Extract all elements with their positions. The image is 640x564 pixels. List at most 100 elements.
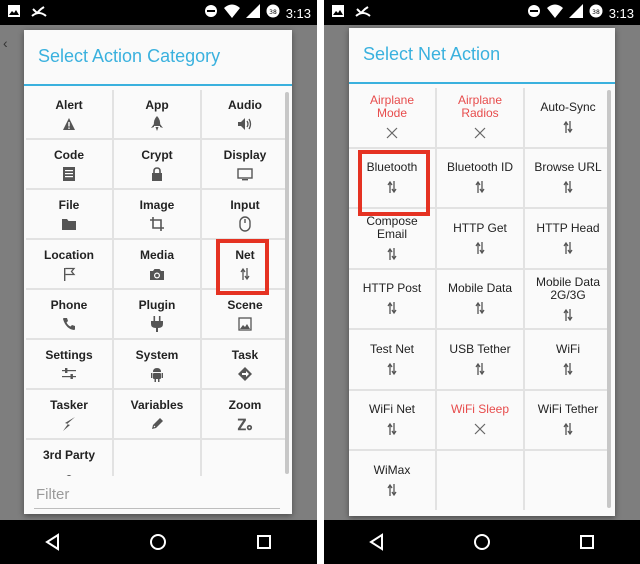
net-action-dialog: Select Net Action Airplane Mode Airplane … [349,28,615,516]
category-label: Net [235,248,255,262]
home-circle-icon [150,534,167,550]
picture-icon [237,316,253,332]
net-action-usb-tether[interactable]: USB Tether [437,330,523,389]
category-app[interactable]: App [114,90,200,138]
filter-input[interactable] [36,486,276,503]
action-label: Mobile Data 2G/3G [535,274,601,302]
net-action-compose-email[interactable]: Compose Email [349,209,435,268]
category-task[interactable]: Task [202,340,288,388]
android-icon [149,366,165,382]
empty-cell [437,451,523,510]
filter-area [24,476,292,514]
category-zoom[interactable]: Zoom [202,390,288,438]
net-action-auto-sync[interactable]: Auto-Sync [525,88,611,147]
up-down-arrows-icon [561,120,575,134]
action-label: Bluetooth [366,160,418,175]
folder-icon [61,216,77,232]
net-action-wifi[interactable]: WiFi [525,330,611,389]
action-category-dialog: Select Action Category Alert App Audio Code… [24,30,292,514]
net-action-test-net[interactable]: Test Net [349,330,435,389]
net-action-mobile-data-2g-3g[interactable]: Mobile Data 2G/3G [525,269,611,328]
net-action-bluetooth-id[interactable]: Bluetooth ID [437,148,523,207]
scrollbar[interactable] [607,90,611,508]
recents-button[interactable] [567,522,607,562]
category-label: Plugin [138,298,176,312]
right-screen: 38 3:13 Select Net Action Airplane Mode A… [324,0,640,564]
category-label: Phone [50,298,88,312]
title-divider [24,84,292,86]
category-net[interactable]: Net [202,240,288,288]
up-down-arrows-icon [385,247,399,261]
lock-icon [149,166,165,182]
category-code[interactable]: Code [26,140,112,188]
mouse-icon [237,216,253,232]
up-down-arrows-icon [385,301,399,315]
net-action-mobile-data[interactable]: Mobile Data [437,269,523,328]
monitor-icon [237,166,253,182]
category-input[interactable]: Input [202,190,288,238]
category-label: App [145,98,169,112]
category-media[interactable]: Media [114,240,200,288]
net-action-airplane-radios[interactable]: Airplane Radios [437,88,523,147]
category-label: Media [139,248,174,262]
category-alert[interactable]: Alert [26,90,112,138]
category-grid: Alert App Audio Code Crypt Display File Image In… [26,90,288,488]
battery-icon: 38 [589,4,603,23]
category-crypt[interactable]: Crypt [114,140,200,188]
left-screen: 38 3:13 ‹ Select Action Category Alert Ap… [0,0,317,564]
category-scene[interactable]: Scene [202,290,288,338]
warning-icon [61,116,77,132]
speaker-icon [237,116,253,132]
category-label: Audio [228,98,262,112]
back-button[interactable] [357,522,397,562]
net-action-browse-url[interactable]: Browse URL [525,148,611,207]
category-settings[interactable]: Settings [26,340,112,388]
category-label: Location [44,248,94,262]
scrollbar[interactable] [285,92,289,474]
up-down-arrows-icon [385,483,399,497]
category-tasker[interactable]: Tasker [26,390,112,438]
status-time: 3:13 [608,6,634,21]
zoom-gear-icon [237,416,253,432]
net-action-wifi-net[interactable]: WiFi Net [349,390,435,449]
recents-square-icon [257,535,272,549]
up-down-arrows-icon [473,362,487,376]
net-action-wifi-tether[interactable]: WiFi Tether [525,390,611,449]
category-image[interactable]: Image [114,190,200,238]
missed-call-icon [31,4,47,23]
net-action-http-get[interactable]: HTTP Get [437,209,523,268]
category-variables[interactable]: Variables [114,390,200,438]
home-button[interactable] [138,522,178,562]
category-audio[interactable]: Audio [202,90,288,138]
crop-icon [149,216,165,232]
action-label: HTTP Post [362,281,422,296]
action-label: Test Net [369,341,414,356]
net-action-wimax[interactable]: WiMax [349,451,435,510]
status-bar: 38 3:13 [0,0,317,25]
category-label: Input [230,198,260,212]
signal-icon [568,4,583,23]
recents-button[interactable] [244,522,284,562]
net-action-bluetooth[interactable]: Bluetooth [349,148,435,207]
back-button[interactable] [33,522,73,562]
category-phone[interactable]: Phone [26,290,112,338]
pencil-icon [149,416,165,432]
net-action-wifi-sleep[interactable]: WiFi Sleep [437,390,523,449]
back-hint: ‹ [3,35,8,51]
category-display[interactable]: Display [202,140,288,188]
wifi-icon [223,4,240,23]
up-down-arrows-icon [561,362,575,376]
category-system[interactable]: System [114,340,200,388]
category-location[interactable]: Location [26,240,112,288]
up-down-arrows-icon [473,241,487,255]
net-action-http-head[interactable]: HTTP Head [525,209,611,268]
category-label: Alert [55,98,83,112]
title-divider [349,82,615,84]
filter-underline [34,508,280,509]
plug-icon [149,316,165,332]
category-file[interactable]: File [26,190,112,238]
category-plugin[interactable]: Plugin [114,290,200,338]
net-action-http-post[interactable]: HTTP Post [349,269,435,328]
home-button[interactable] [462,522,502,562]
net-action-airplane-mode[interactable]: Airplane Mode [349,88,435,147]
